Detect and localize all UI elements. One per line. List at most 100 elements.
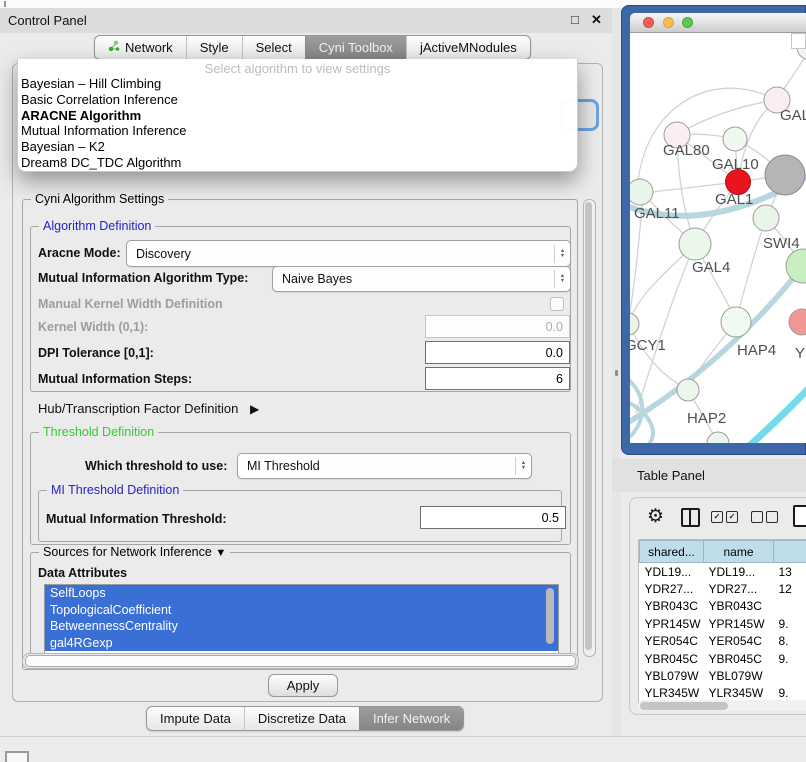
table-cell[interactable]: 9. [774, 615, 806, 632]
attribute-list-item[interactable]: gal4RGexp [45, 635, 558, 652]
settings-vscroll-thumb[interactable] [585, 202, 592, 650]
dropdown-item[interactable]: Bayesian – Hill Climbing [18, 76, 577, 92]
tab-cyni-toolbox[interactable]: Cyni Toolbox [305, 36, 406, 59]
close-panel-icon[interactable]: ✕ [591, 12, 602, 28]
table-cell[interactable]: YBL079W [704, 667, 774, 684]
table-cell[interactable]: 12 [774, 580, 806, 597]
unchecked-box-icon[interactable] [766, 511, 778, 523]
tab-style[interactable]: Style [186, 36, 242, 59]
network-node-gcy1[interactable] [630, 313, 639, 335]
table-cell[interactable] [774, 667, 806, 684]
node-table[interactable]: shared...name YDL19...YDL19...13YDR27...… [639, 540, 806, 703]
tab-discretize-data[interactable]: Discretize Data [244, 707, 359, 730]
data-attributes-list[interactable]: SelfLoopsTopologicalCoefficientBetweenne… [44, 584, 559, 654]
table-cell[interactable]: YDR27... [640, 580, 704, 597]
document-icon[interactable] [793, 505, 806, 527]
mi-steps-field[interactable]: 6 [425, 367, 570, 390]
table-hscroll-thumb[interactable] [640, 702, 728, 710]
dpi-tolerance-field[interactable]: 0.0 [425, 341, 570, 364]
mi-type-combo[interactable]: Naive Bayes ▲▼ [272, 266, 571, 292]
checked-box-icon[interactable]: ✓ [711, 511, 723, 523]
network-node-swi4[interactable] [753, 205, 779, 231]
unchecked-box-icon[interactable] [751, 511, 763, 523]
hub-definition-expander[interactable]: Hub/Transcription Factor Definition ▶ [38, 401, 259, 416]
table-row[interactable]: YBR043CYBR043C [640, 598, 806, 615]
table-cell[interactable]: 9. [774, 650, 806, 667]
network-node[interactable] [707, 432, 729, 443]
table-cell[interactable]: YBR043C [640, 598, 704, 615]
tab-label: jActiveMNodules [420, 40, 517, 55]
table-column-header[interactable]: shared... [640, 541, 704, 563]
network-canvas[interactable]: GALGAL80GAL10GAL1GAL11SWI4GAL4GCY1HAP4YH… [630, 33, 806, 443]
network-node[interactable] [765, 155, 805, 195]
table-cell[interactable]: YBR043C [704, 598, 774, 615]
gear-icon[interactable]: ⚙ [647, 505, 664, 528]
tab-jactivemnodules[interactable]: jActiveMNodules [406, 36, 530, 59]
table-row[interactable]: YBR045CYBR045C9. [640, 650, 806, 667]
table-row[interactable]: YDL19...YDL19...13 [640, 563, 806, 581]
table-column-header[interactable] [774, 541, 806, 563]
expand-right-arrow-icon[interactable]: ▶ [250, 402, 259, 416]
dropdown-item[interactable]: Dream8 DC_TDC Algorithm [18, 155, 577, 171]
attribute-list-item[interactable]: BetweennessCentrality [45, 618, 558, 635]
apply-button[interactable]: Apply [268, 674, 338, 697]
table-cell[interactable] [774, 598, 806, 615]
table-cell[interactable]: YDR27... [704, 580, 774, 597]
which-threshold-combo[interactable]: MI Threshold ▲▼ [237, 453, 532, 479]
network-node-hap4[interactable] [721, 307, 751, 337]
settings-hscroll-thumb[interactable] [25, 655, 576, 667]
dropdown-item[interactable]: Basic Correlation Inference [18, 92, 577, 108]
network-node[interactable] [786, 249, 806, 283]
tab-infer-network[interactable]: Infer Network [359, 707, 463, 730]
network-node-gal4[interactable] [679, 228, 711, 260]
table-cell[interactable]: YBR045C [640, 650, 704, 667]
table-row[interactable]: YDR27...YDR27...12 [640, 580, 806, 597]
table-cell[interactable]: YER054C [704, 633, 774, 650]
settings-vscrollbar[interactable] [583, 199, 596, 657]
table-column-header[interactable]: name [704, 541, 774, 563]
attr-list-vscroll-thumb[interactable] [546, 588, 554, 644]
attribute-list-item[interactable]: SelfLoops [45, 585, 558, 602]
table-cell[interactable]: YER054C [640, 633, 704, 650]
tab-network[interactable]: Network [95, 36, 186, 59]
tab-impute-data[interactable]: Impute Data [147, 707, 244, 730]
dropdown-item[interactable]: Bayesian – K2 [18, 139, 577, 155]
table-row[interactable]: YPR145WYPR145W9. [640, 615, 806, 632]
close-window-icon[interactable] [643, 17, 654, 28]
table-hscrollbar[interactable] [638, 700, 806, 711]
gutter-drag-handle[interactable] [615, 370, 618, 376]
minimize-window-icon[interactable] [663, 17, 674, 28]
split-columns-icon[interactable] [681, 508, 700, 527]
settings-hscrollbar[interactable] [22, 653, 579, 669]
dropdown-item[interactable]: ARACNE Algorithm [18, 108, 577, 124]
table-row[interactable]: YBL079WYBL079W [640, 667, 806, 684]
aracne-mode-combo[interactable]: Discovery ▲▼ [126, 240, 571, 267]
manual-kernel-checkbox[interactable] [550, 297, 564, 311]
table-cell[interactable]: YPR145W [640, 615, 704, 632]
table-cell[interactable]: YBR045C [704, 650, 774, 667]
network-node-y[interactable] [789, 309, 806, 335]
kernel-width-field[interactable]: 0.0 [425, 315, 570, 338]
dropdown-item[interactable]: Mutual Information Inference [18, 123, 577, 139]
network-node-gal10[interactable] [723, 127, 747, 151]
canvas-scroll-notch[interactable] [791, 33, 806, 49]
expand-down-arrow-icon[interactable]: ▼ [215, 547, 226, 559]
table-cell[interactable]: YDL19... [704, 563, 774, 581]
network-node-hap2[interactable] [677, 379, 699, 401]
attribute-list-item[interactable]: TopologicalCoefficient [45, 602, 558, 619]
checked-box-icon[interactable]: ✓ [726, 511, 738, 523]
table-row[interactable]: YER054CYER054C8. [640, 633, 806, 650]
mi-threshold-field[interactable]: 0.5 [420, 506, 566, 529]
table-cell[interactable]: 13 [774, 563, 806, 581]
network-window-titlebar[interactable] [630, 13, 806, 33]
zoom-window-icon[interactable] [682, 17, 693, 28]
table-cell[interactable]: YBL079W [640, 667, 704, 684]
tab-select[interactable]: Select [242, 36, 305, 59]
table-cell[interactable]: YDL19... [640, 563, 704, 581]
table-cell[interactable]: 8. [774, 633, 806, 650]
bottom-left-icon[interactable] [5, 751, 29, 762]
table-panel-title: Table Panel [637, 468, 705, 483]
network-node-gal11[interactable] [630, 179, 653, 205]
float-panel-icon[interactable]: □ [571, 12, 579, 27]
table-cell[interactable]: YPR145W [704, 615, 774, 632]
